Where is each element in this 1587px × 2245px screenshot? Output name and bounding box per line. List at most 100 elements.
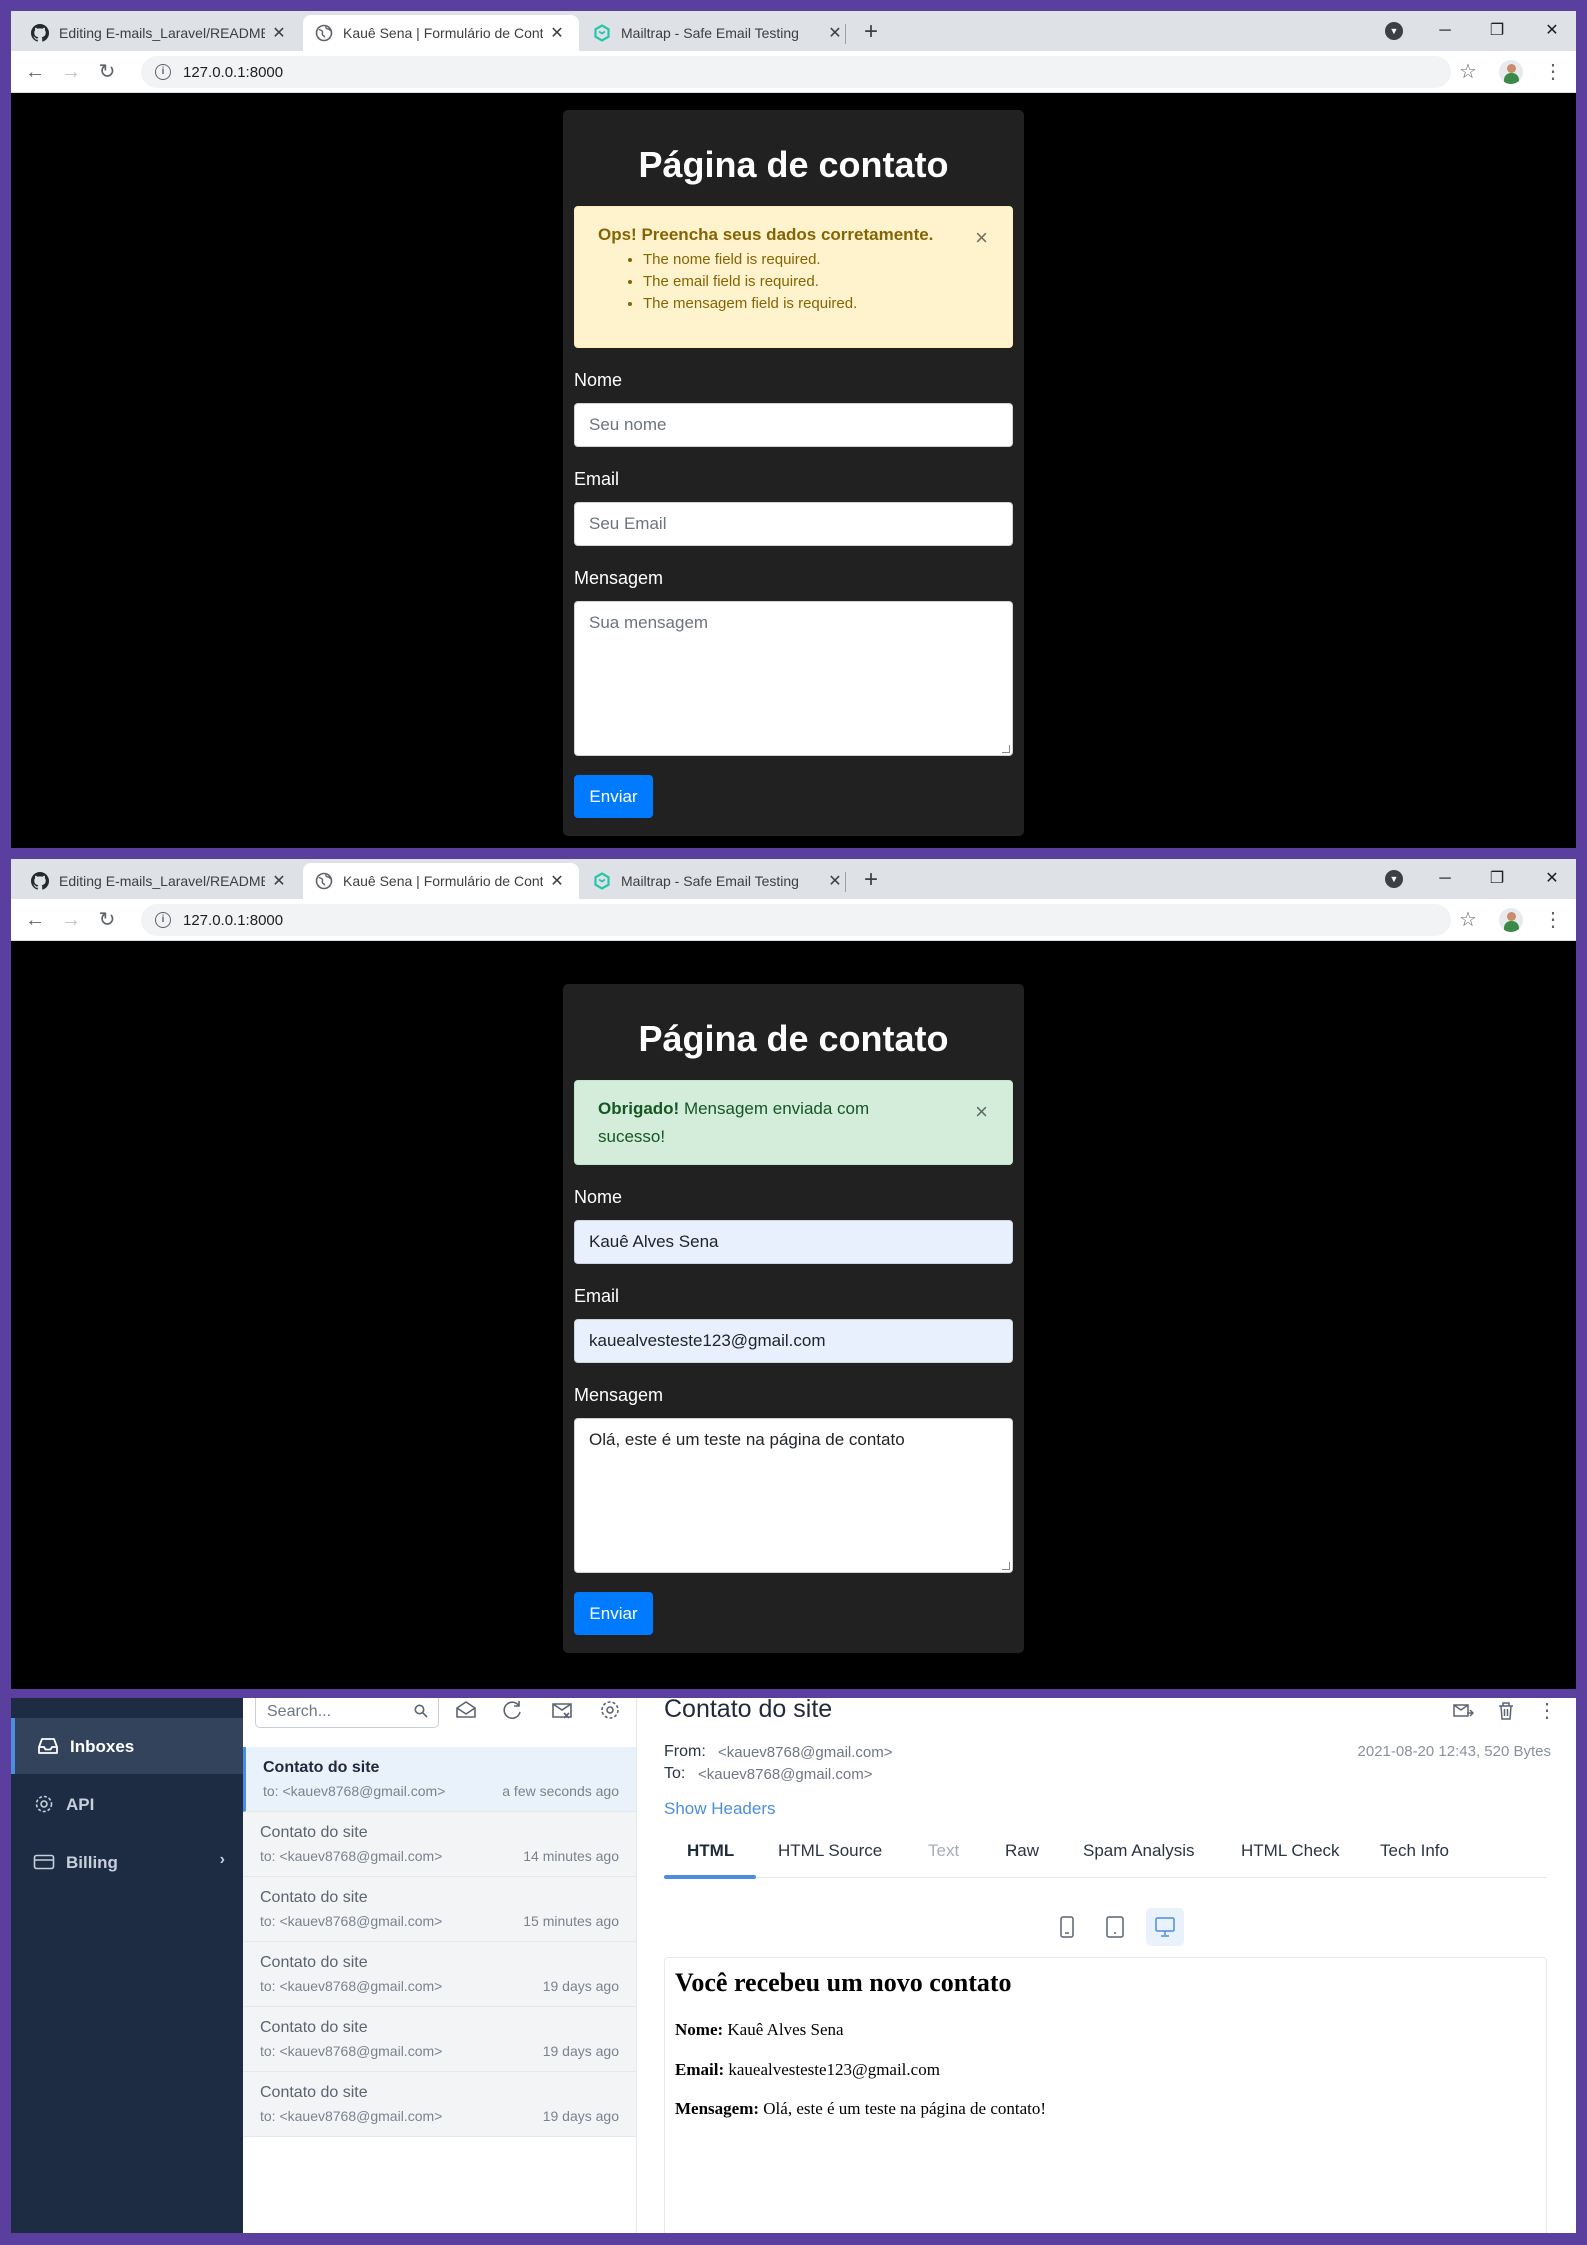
mailtrap-icon [594,24,610,42]
more-icon[interactable]: ⋮ [1543,58,1563,86]
close-icon[interactable]: ✕ [549,23,565,43]
resize-handle[interactable] [1002,745,1010,753]
more-icon[interactable]: ⋮ [1543,906,1563,934]
bookmark-star-icon[interactable]: ☆ [1454,906,1482,934]
close-window-icon[interactable]: ✕ [1537,17,1567,45]
tab-title: Mailtrap - Safe Email Testing [621,25,799,41]
info-icon[interactable]: i [155,912,171,928]
restore-icon[interactable]: ❐ [1482,865,1512,893]
url-text: 127.0.0.1:8000 [183,64,284,81]
new-tab-button[interactable]: + [857,867,885,895]
close-icon[interactable]: ✕ [271,871,287,891]
profile-avatar[interactable] [1499,60,1523,84]
reload-icon[interactable]: ↻ [93,906,121,934]
bookmark-star-icon[interactable]: ☆ [1454,58,1482,86]
restore-icon[interactable]: ❐ [1482,17,1512,45]
clear-inbox-icon[interactable] [550,1698,574,1722]
tab-html-check[interactable]: HTML Check [1241,1841,1340,1861]
email-label: Email [574,1286,620,1306]
minimize-icon[interactable]: ─ [1430,17,1460,45]
tab-raw[interactable]: Raw [1005,1841,1039,1861]
search-input[interactable]: Search... [255,1698,439,1728]
message-subject: Contato do site [263,1759,380,1776]
back-icon[interactable]: ← [21,906,49,934]
submit-button[interactable]: Enviar [574,775,653,818]
email-field-value: kauealvesteste123@gmail.com [724,2060,940,2079]
tab-text[interactable]: Text [928,1841,959,1861]
close-icon[interactable]: ✕ [549,871,565,891]
page-title: Página de contato [638,1018,949,1059]
message-time: 19 days ago [542,2108,619,2124]
forward-email-icon[interactable] [1452,1700,1474,1722]
message-list-item[interactable]: Contato do site to: <kauev8768@gmail.com… [243,1942,636,2007]
message-subject: Contato do site [260,1954,368,1971]
close-icon[interactable]: ✕ [271,23,287,43]
forward-icon[interactable]: → [57,906,85,934]
email-field-label: Nome: [675,2020,724,2039]
tab-tech-info[interactable]: Tech Info [1380,1841,1449,1861]
message-list-item[interactable]: Contato do site to: <kauev8768@gmail.com… [243,1877,636,1942]
more-icon[interactable]: ⋮ [1536,1700,1558,1722]
tab-contact-form[interactable]: Kauê Sena | Formulário de Conta ✕ [303,863,579,899]
mark-read-icon[interactable] [454,1698,478,1722]
message-recipient: to: <kauev8768@gmail.com> [260,1848,443,1864]
close-icon[interactable]: ✕ [827,23,843,43]
tab-mailtrap[interactable]: Mailtrap - Safe Email Testing ✕ [581,15,857,51]
mensagem-textarea[interactable]: Olá, este é um teste na página de contat… [574,1418,1013,1573]
mensagem-label: Mensagem [574,568,664,588]
tab-title: Editing E-mails_Laravel/README. [59,873,265,889]
nome-input[interactable]: Seu nome [574,403,1013,447]
minimize-icon[interactable]: ─ [1430,865,1460,893]
forward-icon[interactable]: → [57,58,85,86]
close-icon[interactable]: × [975,1101,988,1123]
tab-html-source[interactable]: HTML Source [778,1841,882,1861]
mensagem-textarea[interactable]: Sua mensagem [574,601,1013,756]
close-icon[interactable]: ✕ [827,871,843,891]
message-subject: Contato do site [260,2019,368,2036]
trash-icon[interactable] [1495,1700,1517,1722]
tab-html[interactable]: HTML [687,1841,734,1861]
nome-label: Nome [574,370,623,390]
reload-icon[interactable]: ↻ [93,58,121,86]
profile-avatar[interactable] [1499,908,1523,932]
tablet-view-button[interactable] [1096,1908,1134,1946]
close-icon[interactable]: × [975,227,988,249]
close-window-icon[interactable]: ✕ [1537,865,1567,893]
address-bar[interactable]: i 127.0.0.1:8000 [141,56,1451,88]
tab-mailtrap[interactable]: Mailtrap - Safe Email Testing ✕ [581,863,857,899]
back-icon[interactable]: ← [21,58,49,86]
tab-github-readme[interactable]: Editing E-mails_Laravel/README. ✕ [19,863,301,899]
tab-spam-analysis[interactable]: Spam Analysis [1083,1841,1195,1861]
alert-message: Obrigado! Mensagem enviada com sucesso! [598,1095,918,1151]
globe-icon [315,24,333,42]
info-icon[interactable]: i [155,64,171,80]
email-input[interactable]: Seu Email [574,502,1013,546]
tab-search-icon[interactable]: ▼ [1385,870,1403,888]
new-tab-button[interactable]: + [857,19,885,47]
submit-button[interactable]: Enviar [574,1592,653,1635]
address-bar[interactable]: i 127.0.0.1:8000 [141,904,1451,936]
message-list-item[interactable]: Contato do site to: <kauev8768@gmail.com… [243,2072,636,2137]
sidebar-item-inboxes[interactable]: Inboxes [11,1718,243,1774]
sidebar-item-api[interactable]: API [11,1776,243,1832]
message-list-item[interactable]: Contato do site to: <kauev8768@gmail.com… [243,1747,636,1812]
email-input[interactable]: kauealvesteste123@gmail.com [574,1319,1013,1363]
gear-icon[interactable] [598,1698,622,1722]
resize-handle[interactable] [1002,1562,1010,1570]
refresh-icon[interactable] [500,1698,524,1722]
tab-search-icon[interactable]: ▼ [1385,22,1403,40]
sidebar-item-billing[interactable]: Billing › [11,1834,243,1890]
tab-contact-form[interactable]: Kauê Sena | Formulário de Conta ✕ [303,15,579,51]
show-headers-link[interactable]: Show Headers [664,1799,776,1819]
email-field-value: Kauê Alves Sena [723,2020,844,2039]
alert-heading: Ops! Preencha seus dados corretamente. [598,225,934,244]
email-field-label: Email: [675,2060,725,2079]
desktop-view-button[interactable] [1146,1908,1184,1946]
mobile-view-button[interactable] [1048,1908,1086,1946]
nome-input[interactable]: Kauê Alves Sena [574,1220,1013,1264]
tab-github-readme[interactable]: Editing E-mails_Laravel/README. ✕ [19,15,301,51]
github-icon [31,24,49,42]
message-subject: Contato do site [260,2084,368,2101]
message-list-item[interactable]: Contato do site to: <kauev8768@gmail.com… [243,2007,636,2072]
message-list-item[interactable]: Contato do site to: <kauev8768@gmail.com… [243,1812,636,1877]
